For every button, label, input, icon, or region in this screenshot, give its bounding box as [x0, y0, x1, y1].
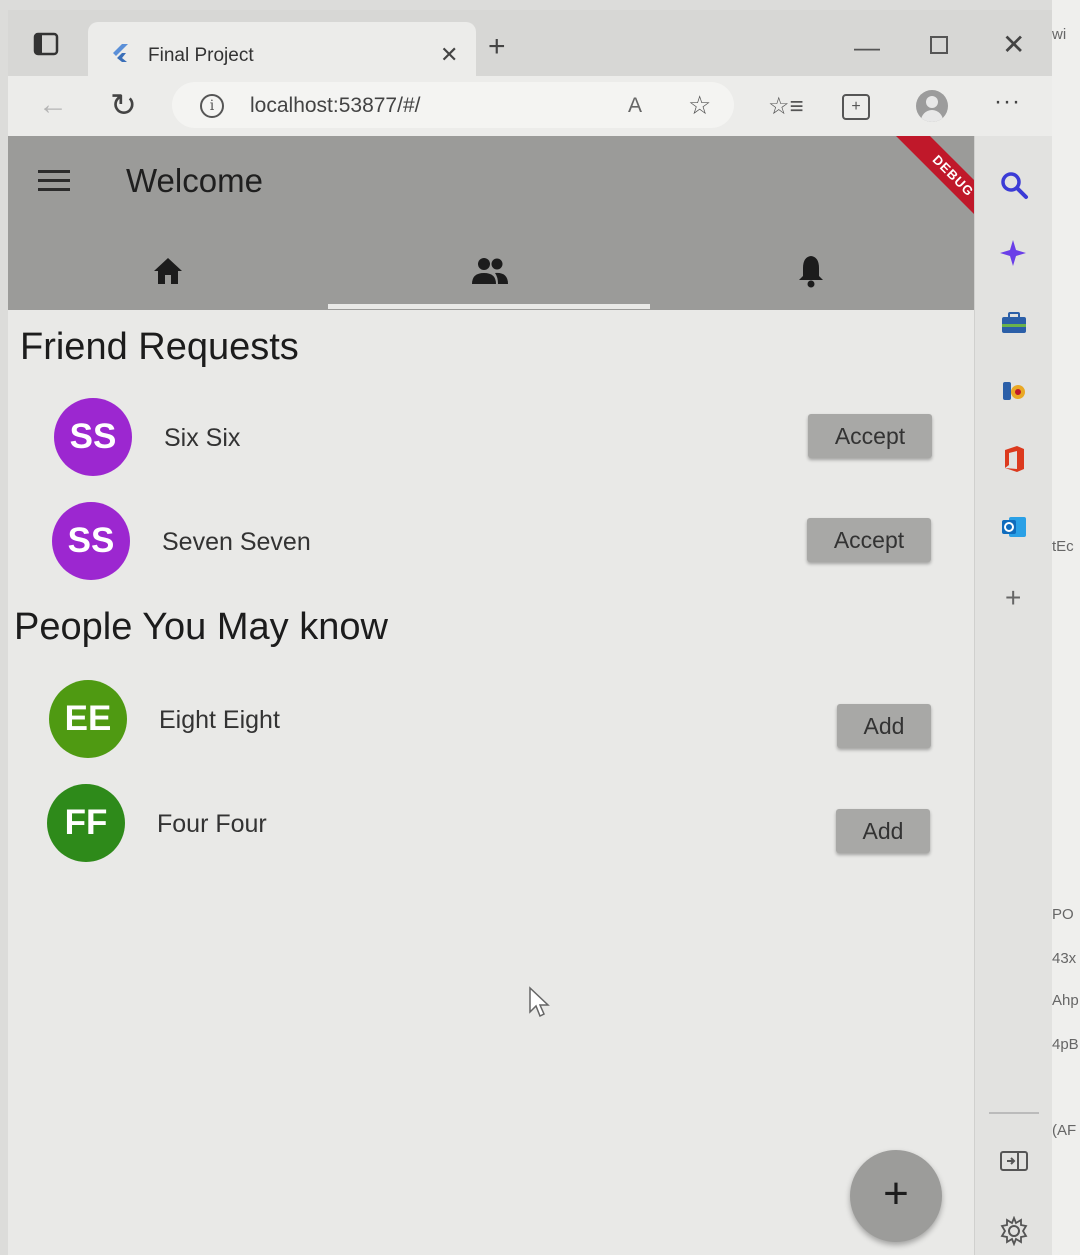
accept-button[interactable]: Accept — [807, 518, 931, 562]
read-aloud-icon[interactable]: A — [628, 94, 642, 118]
hamburger-menu-icon[interactable] — [38, 170, 70, 192]
info-icon[interactable]: i — [200, 94, 224, 118]
background-text: PO — [1052, 906, 1074, 923]
tab-indicator — [328, 304, 650, 309]
avatar: SS — [54, 398, 132, 476]
close-tab-icon[interactable]: ✕ — [440, 44, 458, 66]
shopping-bag-icon[interactable] — [999, 308, 1029, 338]
add-button[interactable]: Add — [836, 809, 930, 853]
tab-bar: Final Project ✕ + — ✕ — [8, 10, 1052, 76]
avatar: SS — [52, 502, 130, 580]
flutter-favicon-icon — [110, 43, 130, 63]
avatar: FF — [47, 784, 125, 862]
friend-requests-title: Friend Requests — [20, 326, 299, 368]
list-item: SS Seven Seven Accept — [8, 502, 974, 582]
add-button[interactable]: Add — [837, 704, 931, 748]
new-tab-icon[interactable]: + — [488, 32, 506, 62]
tab-notifications[interactable] — [650, 244, 971, 304]
office-icon[interactable] — [999, 444, 1029, 474]
outlook-icon[interactable] — [999, 512, 1029, 542]
copilot-sparkle-icon[interactable] — [999, 238, 1029, 268]
sidebar-divider — [989, 1112, 1039, 1114]
add-sidebar-app-icon[interactable]: + — [1005, 582, 1021, 614]
bell-icon — [799, 256, 823, 288]
browser-tab[interactable]: Final Project ✕ — [88, 22, 476, 76]
address-bar: ← ↻ i localhost:53877/#/ A ☆ ☆≡ + ··· — [8, 76, 1052, 136]
search-icon[interactable] — [999, 170, 1029, 200]
hide-sidebar-icon[interactable] — [999, 1146, 1029, 1176]
suggestion-name: Four Four — [157, 810, 267, 838]
app-bar: Welcome DEBUG — [8, 136, 974, 310]
avatar: EE — [49, 680, 127, 758]
games-icon[interactable] — [999, 376, 1029, 406]
accept-button[interactable]: Accept — [808, 414, 932, 458]
app-viewport: Welcome DEBUG Friend Requests SS Six Six… — [8, 136, 974, 1255]
page-title: Welcome — [126, 162, 263, 199]
background-text: (AF — [1052, 1122, 1077, 1139]
background-text: tEc — [1052, 538, 1074, 555]
tab-people[interactable] — [329, 244, 650, 304]
browser-window: Final Project ✕ + — ✕ ← ↻ i localhost:53… — [8, 10, 1052, 1255]
maximize-icon[interactable] — [930, 36, 948, 54]
add-fab-button[interactable]: + — [850, 1150, 942, 1242]
minimize-icon[interactable]: — — [854, 32, 880, 63]
profile-avatar-icon[interactable] — [916, 90, 948, 122]
debug-banner: DEBUG — [891, 136, 974, 238]
people-icon — [472, 258, 508, 284]
url-field[interactable]: i localhost:53877/#/ A ☆ — [172, 82, 734, 128]
background-text: Ahp — [1052, 992, 1079, 1009]
tab-actions-icon[interactable] — [32, 30, 60, 58]
background-window-strip: wi tEc PO 43x Ahp 4pB (AF — [1052, 0, 1080, 1255]
settings-gear-icon[interactable] — [999, 1216, 1029, 1246]
tab-title: Final Project — [148, 45, 254, 66]
browser-sidebar: + — [974, 136, 1052, 1255]
collections-icon[interactable]: + — [842, 94, 870, 120]
reload-icon[interactable]: ↻ — [110, 86, 137, 124]
favorites-icon[interactable]: ☆≡ — [768, 92, 804, 121]
background-text: 4pB — [1052, 1036, 1079, 1053]
friend-name: Seven Seven — [162, 528, 311, 556]
list-item: SS Six Six Accept — [8, 398, 974, 478]
add-favorite-icon[interactable]: ☆ — [688, 90, 711, 121]
home-icon — [154, 258, 182, 284]
friend-name: Six Six — [164, 424, 241, 452]
background-text: wi — [1052, 26, 1067, 43]
back-arrow-icon[interactable]: ← — [38, 88, 68, 122]
background-text: 43x — [1052, 950, 1077, 967]
mouse-cursor-icon — [529, 986, 550, 1018]
list-item: EE Eight Eight Add — [8, 680, 974, 760]
tab-home[interactable] — [8, 244, 329, 304]
people-you-may-know-title: People You May know — [14, 606, 388, 648]
url-text[interactable]: localhost:53877/#/ — [250, 94, 420, 118]
list-item: FF Four Four Add — [8, 784, 974, 864]
more-options-icon[interactable]: ··· — [994, 88, 1021, 116]
suggestion-name: Eight Eight — [159, 706, 280, 734]
close-window-icon[interactable]: ✕ — [1002, 28, 1025, 61]
